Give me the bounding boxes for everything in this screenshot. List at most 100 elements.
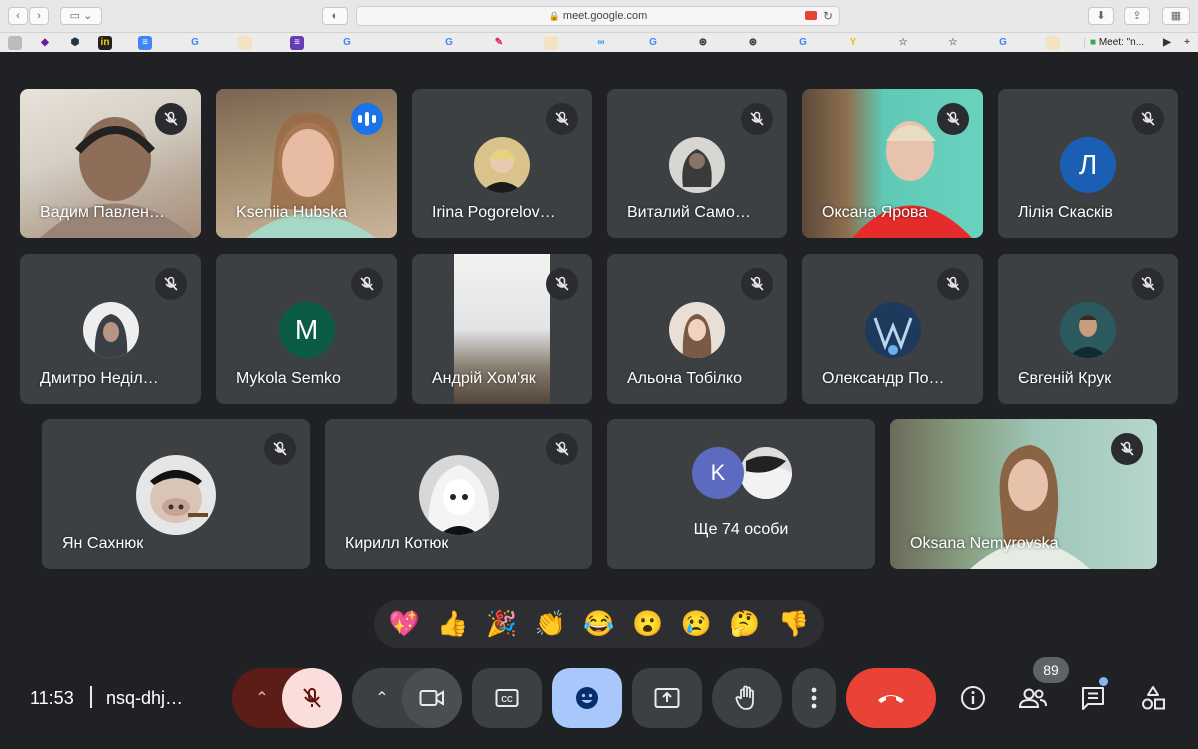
meeting-code[interactable]: nsq-dhj… — [106, 688, 183, 709]
downloads-button[interactable]: ⬇ — [1088, 7, 1114, 25]
star-icon[interactable]: ☆ — [946, 36, 960, 50]
share-button[interactable]: ⇪ — [1124, 7, 1150, 25]
bookmark-icon[interactable]: ◆ — [38, 36, 52, 50]
avatar-letter: K — [692, 447, 744, 499]
meeting-details-button[interactable] — [949, 674, 997, 722]
google-bookmark-icon[interactable]: G — [442, 36, 456, 50]
avatar — [669, 302, 725, 358]
mic-toggle-button[interactable] — [282, 668, 342, 728]
people-button[interactable] — [1009, 674, 1057, 722]
participant-tile[interactable]: M Mykola Semko — [216, 254, 397, 404]
participant-name: Євгеній Крук — [1018, 370, 1112, 387]
reactions-button[interactable] — [552, 668, 622, 728]
raise-hand-button[interactable] — [712, 668, 782, 728]
chevron-up-icon: ⌃ — [375, 690, 389, 707]
participant-tile[interactable]: Вадим Павлен… — [20, 89, 201, 238]
captions-button[interactable]: CC — [472, 668, 542, 728]
meet-icon: ■ — [1090, 37, 1097, 48]
mic-off-icon — [546, 433, 578, 465]
mic-off-icon — [155, 103, 187, 135]
sidebar-toggle-button[interactable]: ▭ ⌄ — [60, 7, 102, 25]
participant-tile[interactable]: Ян Сахнюк — [42, 419, 310, 569]
bookmark-icon[interactable] — [1046, 36, 1060, 50]
bookmark-icon[interactable]: in — [98, 36, 112, 50]
lock-icon: 🔒 — [548, 11, 560, 21]
thumbs-down-reaction[interactable]: 👎 — [778, 600, 809, 648]
participant-tile[interactable]: Євгеній Крук — [998, 254, 1178, 404]
forward-button[interactable]: › — [29, 7, 49, 25]
bookmarks-bar: ◆ ⬢ in ≡ G ≡ G G ✎ ∞ G ⊛ ⊛ G Y ☆ ☆ G ■ M… — [0, 32, 1198, 52]
forms-bookmark-icon[interactable]: ≡ — [290, 36, 304, 50]
participant-tile[interactable]: Альона Тобілко — [607, 254, 787, 404]
thumbs-up-reaction[interactable]: 👍 — [437, 600, 468, 648]
participant-tile[interactable]: Оксана Ярова — [802, 89, 983, 238]
reload-icon[interactable]: ↻ — [823, 7, 833, 25]
bookmark-icon[interactable]: ⬢ — [68, 36, 82, 50]
laughing-reaction[interactable]: 😂 — [583, 600, 614, 648]
activities-button[interactable] — [1129, 674, 1177, 722]
leave-call-button[interactable] — [846, 668, 936, 728]
chat-button[interactable] — [1069, 674, 1117, 722]
participant-tile[interactable]: Андрій Хом'як — [412, 254, 592, 404]
back-button[interactable]: ‹ — [8, 7, 28, 25]
new-tab-icon[interactable]: + — [1180, 36, 1194, 50]
meet-tab[interactable]: ■ Meet: "n... — [1090, 35, 1158, 51]
address-bar[interactable]: 🔒 meet.google.com ↻ — [356, 6, 840, 26]
bookmark-icon[interactable]: ⊛ — [696, 36, 710, 50]
google-bookmark-icon[interactable]: G — [646, 36, 660, 50]
participant-tile[interactable]: Irina Pogorelov… — [412, 89, 592, 238]
shield-icon[interactable]: ◐ — [322, 7, 348, 25]
captions-icon: CC — [495, 689, 519, 707]
bookmark-icon[interactable]: ∞ — [594, 36, 608, 50]
clapping-reaction[interactable]: 👏 — [535, 600, 566, 648]
bookmark-icon[interactable]: ⊛ — [746, 36, 760, 50]
avatar — [669, 137, 725, 193]
participant-name: Irina Pogorelov… — [432, 204, 556, 221]
participant-tile[interactable]: Кирилл Котюк — [325, 419, 592, 569]
google-bookmark-icon[interactable]: G — [188, 36, 202, 50]
docs-bookmark-icon[interactable]: ≡ — [138, 36, 152, 50]
participant-tile[interactable]: Олександр По… — [802, 254, 983, 404]
present-button[interactable] — [632, 668, 702, 728]
reactions-bar: 💖 👍 🎉 👏 😂 😮 😢 🤔 👎 — [374, 600, 824, 648]
participant-name: Лілія Скаскiв — [1018, 204, 1113, 221]
participant-tile-speaking[interactable]: Kseniia Hubska — [216, 89, 397, 238]
party-popper-reaction[interactable]: 🎉 — [486, 600, 517, 648]
mic-off-icon — [937, 268, 969, 300]
bookmark-icon[interactable]: Y — [846, 36, 860, 50]
browser-toolbar: ‹ › ▭ ⌄ ◐ 🔒 meet.google.com ↻ ⬇ ⇪ ▦ — [0, 0, 1198, 32]
tab-overview-button[interactable]: ▦ — [1162, 7, 1190, 25]
crying-reaction[interactable]: 😢 — [681, 600, 712, 648]
bookmark-icon[interactable] — [544, 36, 558, 50]
star-icon[interactable]: ☆ — [896, 36, 910, 50]
google-bookmark-icon[interactable]: G — [340, 36, 354, 50]
participant-name: Альона Тобілко — [627, 370, 742, 387]
avatar — [136, 455, 216, 535]
bookmark-icon[interactable] — [8, 36, 22, 50]
avatar — [82, 302, 139, 358]
google-bookmark-icon[interactable]: G — [796, 36, 810, 50]
participant-name: Виталий Само… — [627, 204, 751, 221]
mic-off-icon — [1132, 103, 1164, 135]
shapes-icon — [1142, 686, 1165, 710]
participant-tile[interactable]: Дмитро Неділ… — [20, 254, 201, 404]
thinking-reaction[interactable]: 🤔 — [729, 600, 760, 648]
google-bookmark-icon[interactable]: G — [996, 36, 1010, 50]
surprised-reaction[interactable]: 😮 — [632, 600, 663, 648]
participant-tile[interactable]: Л Лілія Скаскiв — [998, 89, 1178, 238]
participant-name: Оксана Ярова — [822, 204, 928, 221]
chat-notification-dot — [1099, 677, 1108, 686]
camera-indicator-icon — [805, 11, 817, 20]
divider — [90, 686, 92, 708]
more-vert-icon — [811, 687, 817, 709]
bookmark-icon[interactable]: ✎ — [492, 36, 506, 50]
camera-toggle-button[interactable] — [402, 668, 462, 728]
more-options-button[interactable] — [792, 668, 836, 728]
participant-tile[interactable]: Виталий Само… — [607, 89, 787, 238]
others-tile[interactable]: K Ще 74 особи — [607, 419, 875, 569]
participant-tile[interactable]: Oksana Nemyrovska — [890, 419, 1157, 569]
camera-icon — [419, 690, 444, 706]
participant-name: Кирилл Котюк — [345, 535, 449, 552]
sparkling-heart-reaction[interactable]: 💖 — [389, 600, 420, 648]
bookmark-icon[interactable] — [238, 36, 252, 50]
